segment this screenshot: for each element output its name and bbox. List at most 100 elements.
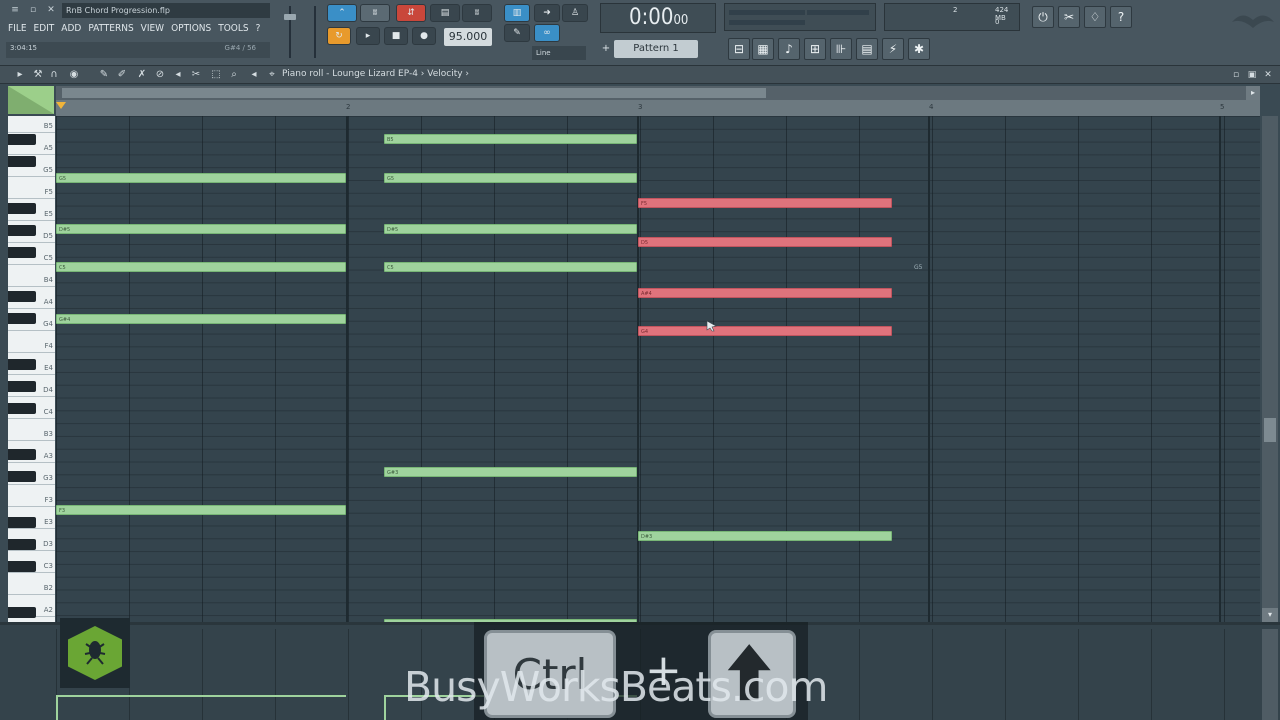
- note[interactable]: D#3: [638, 531, 892, 541]
- timeline-ruler[interactable]: 2 3 4 5: [56, 100, 1260, 116]
- maximize-icon[interactable]: ▣: [1246, 68, 1258, 82]
- scroll-right-button[interactable]: ▸: [1246, 86, 1260, 100]
- window-menu-icon[interactable]: ▸: [14, 68, 26, 82]
- tempo-display[interactable]: 95.000: [444, 28, 492, 46]
- play-button[interactable]: ▸: [356, 27, 380, 45]
- note[interactable]: G5: [384, 173, 637, 183]
- vertical-scrollbar[interactable]: [1262, 116, 1278, 622]
- note[interactable]: B5: [384, 134, 637, 144]
- menu-edit[interactable]: EDIT: [34, 22, 55, 36]
- velocity-scrollbar[interactable]: [1262, 629, 1278, 720]
- horizontal-scroll-thumb[interactable]: [62, 88, 766, 98]
- playback-icon[interactable]: ◂: [248, 68, 260, 82]
- blend-button[interactable]: ʬ: [462, 4, 492, 22]
- note[interactable]: G#3: [384, 467, 637, 477]
- master-pitch-slider[interactable]: [308, 4, 322, 62]
- zoom-icon[interactable]: ⌕: [228, 68, 240, 82]
- note-selected[interactable]: A#4: [638, 288, 892, 298]
- slice-icon[interactable]: ✂: [190, 68, 202, 82]
- snap-pencil-icon[interactable]: ✎: [504, 24, 530, 42]
- video-icon[interactable]: ✱: [908, 38, 930, 60]
- menu-view[interactable]: VIEW: [141, 22, 164, 36]
- record-tool-icon[interactable]: ◉: [68, 68, 80, 82]
- step-sequencer-icon[interactable]: ▦: [752, 38, 774, 60]
- snap-select[interactable]: Line: [532, 46, 586, 60]
- recording-filter-icon[interactable]: ♙: [562, 4, 588, 22]
- black-key[interactable]: [8, 449, 36, 460]
- note-grid[interactable]: B5 G5 G5 D#5 D#5 C5 C5 G#4 G#3 F3 D#3 F5…: [56, 116, 1260, 622]
- minimize-icon[interactable]: ▫: [1230, 68, 1242, 82]
- metronome-button[interactable]: ⌃: [327, 4, 357, 22]
- cut-icon[interactable]: ✂: [1058, 6, 1080, 28]
- note-selected[interactable]: F5: [638, 198, 892, 208]
- stop-button[interactable]: ■: [384, 27, 408, 45]
- menu-tools[interactable]: TOOLS: [218, 22, 248, 36]
- black-key[interactable]: [8, 607, 36, 618]
- velocity-stem[interactable]: [56, 695, 58, 720]
- black-key[interactable]: [8, 517, 36, 528]
- song-time-display[interactable]: 0:0000: [600, 3, 716, 33]
- help-icon[interactable]: ?: [1110, 6, 1132, 28]
- vertical-scroll-thumb[interactable]: [1264, 418, 1276, 442]
- browser-icon[interactable]: ⊞: [804, 38, 826, 60]
- add-pattern-button[interactable]: +: [600, 40, 612, 58]
- select-icon[interactable]: ⬚: [210, 68, 222, 82]
- close-icon[interactable]: ✕: [44, 4, 58, 16]
- velocity-stem[interactable]: [384, 695, 386, 720]
- master-volume-slider[interactable]: [282, 4, 298, 62]
- black-key[interactable]: [8, 247, 36, 258]
- black-key[interactable]: [8, 156, 36, 167]
- mute-icon[interactable]: ⊘: [154, 68, 166, 82]
- velocity-level[interactable]: [56, 695, 346, 697]
- song-position-marker[interactable]: [56, 102, 66, 109]
- piano-keyboard[interactable]: B5 A5 G5 F5 E5 D5 C5 B4 A4 G4 F4 E4 D4 C4 B3 A3 G3 F3 E3 D3…: [8, 116, 55, 622]
- step-edit-button[interactable]: ▤: [430, 4, 460, 22]
- black-key[interactable]: [8, 203, 36, 214]
- black-key[interactable]: [8, 359, 36, 370]
- countdown-button[interactable]: ⇵: [396, 4, 426, 22]
- note[interactable]: D#5: [56, 224, 346, 234]
- note[interactable]: C5: [56, 262, 346, 272]
- horizontal-scrollbar[interactable]: [56, 86, 1260, 100]
- piano-roll-icon[interactable]: ♪: [778, 38, 800, 60]
- paint-icon[interactable]: ✐: [116, 68, 128, 82]
- record-button[interactable]: ●: [412, 27, 436, 45]
- menu-file[interactable]: FILE: [8, 22, 27, 36]
- channel-rack-icon[interactable]: ▤: [856, 38, 878, 60]
- menu-patterns[interactable]: PATTERNS: [88, 22, 133, 36]
- pencil-icon[interactable]: ✎: [98, 68, 110, 82]
- speaker-icon[interactable]: ◂: [172, 68, 184, 82]
- note[interactable]: G5: [56, 173, 346, 183]
- note[interactable]: C5: [384, 262, 637, 272]
- scroll-down-button[interactable]: ▾: [1262, 608, 1278, 622]
- black-key[interactable]: [8, 471, 36, 482]
- playlist-icon[interactable]: ⊟: [728, 38, 750, 60]
- target-icon[interactable]: ⌖: [266, 68, 278, 82]
- menu-add[interactable]: ADD: [61, 22, 81, 36]
- wrench-icon[interactable]: ⚒: [32, 68, 44, 82]
- note-selected[interactable]: D5: [638, 237, 892, 247]
- note[interactable]: G#4: [56, 314, 346, 324]
- microphone-icon[interactable]: ♢: [1084, 6, 1106, 28]
- arrow-icon[interactable]: ➜: [534, 4, 560, 22]
- black-key[interactable]: [8, 313, 36, 324]
- typing-keyboard-button[interactable]: ▥: [504, 4, 530, 22]
- pattern-selector[interactable]: Pattern 1: [614, 40, 698, 58]
- menu-icon[interactable]: ≡: [8, 4, 22, 16]
- black-key[interactable]: [8, 403, 36, 414]
- black-key[interactable]: [8, 381, 36, 392]
- piano-roll-corner-button[interactable]: [8, 86, 54, 114]
- menu-help[interactable]: ?: [256, 22, 261, 36]
- menu-options[interactable]: OPTIONS: [171, 22, 211, 36]
- black-key[interactable]: [8, 291, 36, 302]
- black-key[interactable]: [8, 539, 36, 550]
- note-selected[interactable]: G4: [638, 326, 892, 336]
- magnet-icon[interactable]: ∩: [48, 68, 60, 82]
- wait-input-button[interactable]: ʬ: [360, 4, 390, 22]
- piano-roll-breadcrumb[interactable]: Piano roll - Lounge Lizard EP-4 › Veloci…: [282, 69, 469, 79]
- note[interactable]: F3: [56, 505, 346, 515]
- black-key[interactable]: [8, 225, 36, 236]
- plugin-icon[interactable]: ⚡: [882, 38, 904, 60]
- link-icon[interactable]: ∞: [534, 24, 560, 42]
- mixer-icon[interactable]: ⊪: [830, 38, 852, 60]
